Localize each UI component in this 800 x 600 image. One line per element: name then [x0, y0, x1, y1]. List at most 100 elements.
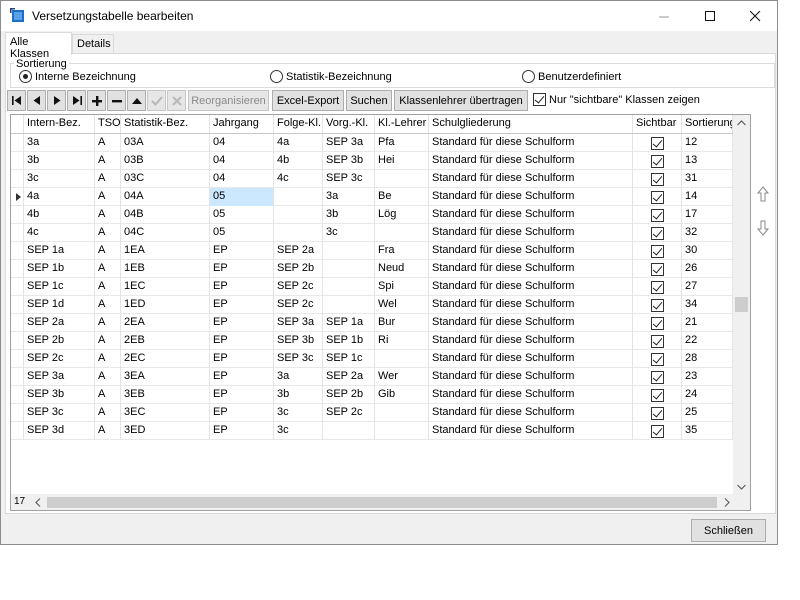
- column-header-intern-bez[interactable]: Intern-Bez.: [24, 115, 95, 133]
- cell-statistik-bez[interactable]: 04B: [121, 206, 210, 224]
- cell-vorg-kl[interactable]: 3b: [323, 206, 375, 224]
- row-indicator[interactable]: [11, 170, 24, 188]
- cell-tso[interactable]: A: [95, 134, 121, 152]
- cell-tso[interactable]: A: [95, 350, 121, 368]
- next-record-button[interactable]: [47, 90, 66, 111]
- visible-checkbox[interactable]: [650, 370, 664, 384]
- table-row[interactable]: SEP 3d A 3ED EP 3c Standard für diese Schulfo…: [11, 422, 733, 440]
- cell-sortierung[interactable]: 27: [682, 278, 733, 296]
- row-indicator[interactable]: [11, 404, 24, 422]
- cell-sortierung[interactable]: 32: [682, 224, 733, 242]
- cell-vorg-kl[interactable]: [323, 242, 375, 260]
- table-row[interactable]: SEP 3b A 3EB EP 3b SEP 2b Gib Standard für dies…: [11, 386, 733, 404]
- cell-folge-kl[interactable]: [274, 188, 323, 206]
- visible-checkbox[interactable]: [650, 172, 664, 186]
- cell-intern-bez[interactable]: 3c: [24, 170, 95, 188]
- cell-sortierung[interactable]: 22: [682, 332, 733, 350]
- cell-kl-lehrer[interactable]: Gib: [375, 386, 429, 404]
- current-row-indicator[interactable]: [11, 188, 24, 206]
- cell-sichtbar[interactable]: [633, 350, 682, 368]
- cell-jahrgang[interactable]: EP: [210, 296, 274, 314]
- cell-sichtbar[interactable]: [633, 278, 682, 296]
- column-header-sichtbar[interactable]: Sichtbar: [633, 115, 682, 133]
- cell-jahrgang[interactable]: EP: [210, 260, 274, 278]
- scroll-up-icon[interactable]: [737, 118, 746, 129]
- visible-checkbox[interactable]: [650, 262, 664, 276]
- close-window-button[interactable]: [732, 1, 778, 31]
- cell-sichtbar[interactable]: [633, 260, 682, 278]
- cell-statistik-bez[interactable]: 03C: [121, 170, 210, 188]
- cell-jahrgang[interactable]: EP: [210, 314, 274, 332]
- column-header-kl-lehrer[interactable]: Kl.-Lehrer: [375, 115, 429, 133]
- cell-kl-lehrer[interactable]: Spi: [375, 278, 429, 296]
- cell-statistik-bez[interactable]: 3ED: [121, 422, 210, 440]
- visible-checkbox[interactable]: [650, 190, 664, 204]
- cell-jahrgang[interactable]: EP: [210, 278, 274, 296]
- cell-sichtbar[interactable]: [633, 386, 682, 404]
- cell-tso[interactable]: A: [95, 314, 121, 332]
- cell-vorg-kl[interactable]: 3a: [323, 188, 375, 206]
- cell-folge-kl[interactable]: SEP 2a: [274, 242, 323, 260]
- cell-folge-kl[interactable]: SEP 3c: [274, 350, 323, 368]
- row-indicator[interactable]: [11, 260, 24, 278]
- cell-statistik-bez[interactable]: 03B: [121, 152, 210, 170]
- cell-vorg-kl[interactable]: SEP 1b: [323, 332, 375, 350]
- cell-intern-bez[interactable]: SEP 2c: [24, 350, 95, 368]
- column-header-jahrgang[interactable]: Jahrgang: [210, 115, 274, 133]
- visible-checkbox[interactable]: [650, 424, 664, 438]
- delete-record-button[interactable]: [107, 90, 126, 111]
- cell-tso[interactable]: A: [95, 332, 121, 350]
- visible-checkbox[interactable]: [650, 208, 664, 222]
- search-button[interactable]: Suchen: [346, 90, 392, 111]
- radio-indicator[interactable]: [270, 70, 283, 83]
- cell-schulgliederung[interactable]: Standard für diese Schulform: [429, 260, 633, 278]
- cell-statistik-bez[interactable]: 1ED: [121, 296, 210, 314]
- cell-kl-lehrer[interactable]: Fra: [375, 242, 429, 260]
- cell-intern-bez[interactable]: SEP 2a: [24, 314, 95, 332]
- visible-checkbox[interactable]: [650, 136, 664, 150]
- table-row[interactable]: 4a A 04A 05 3a Be Standard für diese Schulform…: [11, 188, 733, 206]
- cell-sortierung[interactable]: 14: [682, 188, 733, 206]
- cell-schulgliederung[interactable]: Standard für diese Schulform: [429, 422, 633, 440]
- cell-statistik-bez[interactable]: 04A: [121, 188, 210, 206]
- cell-schulgliederung[interactable]: Standard für diese Schulform: [429, 332, 633, 350]
- cell-jahrgang[interactable]: 05: [210, 224, 274, 242]
- cell-tso[interactable]: A: [95, 386, 121, 404]
- cell-folge-kl[interactable]: [274, 206, 323, 224]
- cell-statistik-bez[interactable]: 03A: [121, 134, 210, 152]
- cell-intern-bez[interactable]: SEP 3c: [24, 404, 95, 422]
- cell-folge-kl[interactable]: 3c: [274, 404, 323, 422]
- row-indicator[interactable]: [11, 278, 24, 296]
- cell-vorg-kl[interactable]: [323, 260, 375, 278]
- cell-vorg-kl[interactable]: SEP 2a: [323, 368, 375, 386]
- cell-sortierung[interactable]: 30: [682, 242, 733, 260]
- cell-kl-lehrer[interactable]: Bur: [375, 314, 429, 332]
- row-indicator[interactable]: [11, 314, 24, 332]
- cell-sichtbar[interactable]: [633, 332, 682, 350]
- cell-statistik-bez[interactable]: 3EB: [121, 386, 210, 404]
- tab-alle-klassen[interactable]: Alle Klassen: [5, 32, 72, 60]
- cell-vorg-kl[interactable]: SEP 3b: [323, 152, 375, 170]
- cell-tso[interactable]: A: [95, 152, 121, 170]
- cell-intern-bez[interactable]: SEP 1c: [24, 278, 95, 296]
- cell-sichtbar[interactable]: [633, 404, 682, 422]
- cell-intern-bez[interactable]: 4a: [24, 188, 95, 206]
- radio-selected-indicator[interactable]: [19, 70, 32, 83]
- classes-grid[interactable]: Intern-Bez. TSO Statistik-Bez. Jahrgang Folg…: [10, 114, 751, 511]
- reorganize-button[interactable]: Reorganisieren: [188, 90, 269, 111]
- table-row[interactable]: SEP 2c A 2EC EP SEP 3c SEP 1c Standard für die…: [11, 350, 733, 368]
- cell-folge-kl[interactable]: 4a: [274, 134, 323, 152]
- cell-schulgliederung[interactable]: Standard für diese Schulform: [429, 368, 633, 386]
- cell-vorg-kl[interactable]: SEP 3a: [323, 134, 375, 152]
- checkbox-box[interactable]: [533, 93, 546, 106]
- cell-sortierung[interactable]: 12: [682, 134, 733, 152]
- visible-checkbox[interactable]: [650, 388, 664, 402]
- cell-jahrgang[interactable]: 04: [210, 152, 274, 170]
- cell-folge-kl[interactable]: 3a: [274, 368, 323, 386]
- horizontal-scrollbar[interactable]: 17: [11, 494, 750, 510]
- cell-sortierung[interactable]: 28: [682, 350, 733, 368]
- table-row[interactable]: SEP 1a A 1EA EP SEP 2a Fra Standard für diese …: [11, 242, 733, 260]
- cell-sichtbar[interactable]: [633, 206, 682, 224]
- cell-vorg-kl[interactable]: SEP 1a: [323, 314, 375, 332]
- tab-details[interactable]: Details: [72, 34, 114, 54]
